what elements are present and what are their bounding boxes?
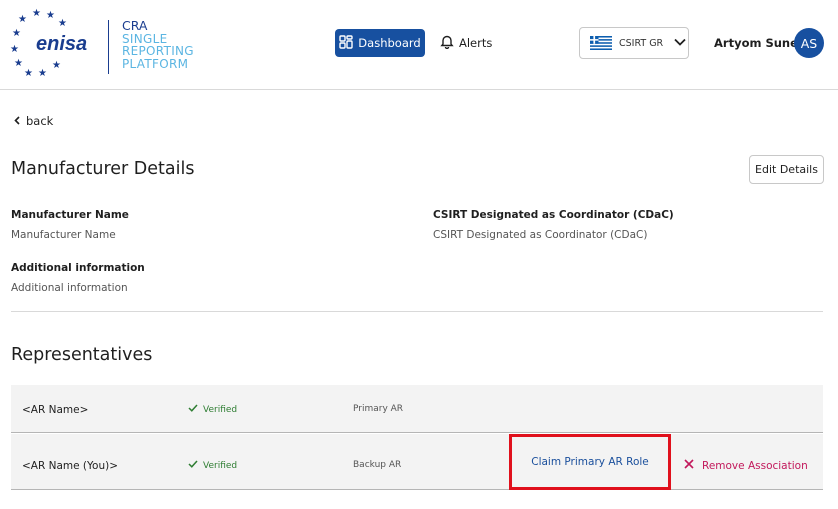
cra-subtitle-line-2: REPORTING [122, 44, 194, 58]
representative-row: <AR Name (You)> Verified Backup AR Claim… [11, 434, 823, 490]
additional-information-value: Additional information [11, 282, 128, 294]
enisa-logo[interactable]: ★ ★ ★ ★ ★ ★ ★ ★ ★ ★ enisa [10, 8, 100, 82]
svg-text:★: ★ [58, 18, 67, 29]
alerts-button[interactable]: Alerts [440, 29, 492, 57]
csirt-country-select[interactable]: CSIRT GR [579, 27, 689, 59]
remove-association-label: Remove Association [702, 459, 808, 472]
close-icon [684, 459, 694, 472]
representative-role: Primary AR [353, 404, 404, 414]
back-link[interactable]: back [14, 114, 53, 128]
cra-subtitle-line-3: PLATFORM [122, 56, 189, 71]
check-icon [188, 404, 198, 415]
user-name: Artyom Sunek [714, 36, 806, 50]
representative-row: <AR Name> Verified Primary AR [11, 385, 823, 433]
section-divider [11, 311, 823, 312]
check-icon [188, 460, 198, 471]
verified-label: Verified [203, 404, 238, 415]
back-label: back [26, 114, 54, 128]
svg-text:★: ★ [52, 60, 61, 71]
claim-primary-highlight-box: Claim Primary AR Role [509, 434, 671, 490]
chevron-down-icon [674, 38, 686, 49]
greece-flag-icon [590, 36, 612, 50]
csirt-coordinator-label: CSIRT Designated as Coordinator (CDaC) [433, 209, 674, 221]
dashboard-button[interactable]: Dashboard [335, 29, 425, 57]
alerts-label: Alerts [459, 36, 493, 50]
representative-name: <AR Name> [22, 404, 89, 416]
dashboard-label: Dashboard [358, 36, 421, 50]
enisa-logo-text: enisa [36, 33, 87, 55]
verified-badge: Verified [188, 404, 237, 415]
csirt-coordinator-value: CSIRT Designated as Coordinator (CDaC) [433, 229, 648, 241]
svg-text:★: ★ [14, 58, 23, 69]
manufacturer-name-label: Manufacturer Name [11, 209, 129, 221]
avatar[interactable]: AS [794, 28, 824, 58]
svg-text:★: ★ [46, 10, 55, 21]
csirt-select-value: CSIRT GR [619, 37, 664, 49]
svg-text:★: ★ [10, 44, 19, 55]
bell-icon [440, 34, 454, 52]
svg-text:★: ★ [24, 68, 33, 79]
svg-text:★: ★ [18, 14, 27, 25]
page-title: Manufacturer Details [11, 159, 195, 179]
cra-platform-title: CRA SINGLE REPORTING PLATFORM [122, 18, 194, 71]
top-header: ★ ★ ★ ★ ★ ★ ★ ★ ★ ★ enisa CRA SINGLE REP… [0, 0, 838, 90]
svg-text:★: ★ [12, 28, 21, 39]
representative-name: <AR Name (You)> [22, 460, 119, 472]
chevron-left-icon [14, 114, 20, 128]
logo-divider [108, 20, 109, 74]
representative-role: Backup AR [353, 460, 402, 470]
verified-badge: Verified [188, 460, 237, 471]
verified-label: Verified [203, 460, 238, 471]
cra-title: CRA [122, 18, 148, 33]
edit-details-button[interactable]: Edit Details [749, 155, 824, 184]
claim-primary-ar-role-button[interactable]: Claim Primary AR Role [531, 456, 649, 468]
manufacturer-name-value: Manufacturer Name [11, 229, 116, 241]
dashboard-icon [339, 34, 353, 52]
svg-text:★: ★ [32, 8, 41, 19]
additional-information-label: Additional information [11, 262, 145, 274]
svg-text:★: ★ [38, 68, 47, 79]
remove-association-button[interactable]: Remove Association [684, 459, 808, 472]
representatives-title: Representatives [11, 345, 153, 365]
